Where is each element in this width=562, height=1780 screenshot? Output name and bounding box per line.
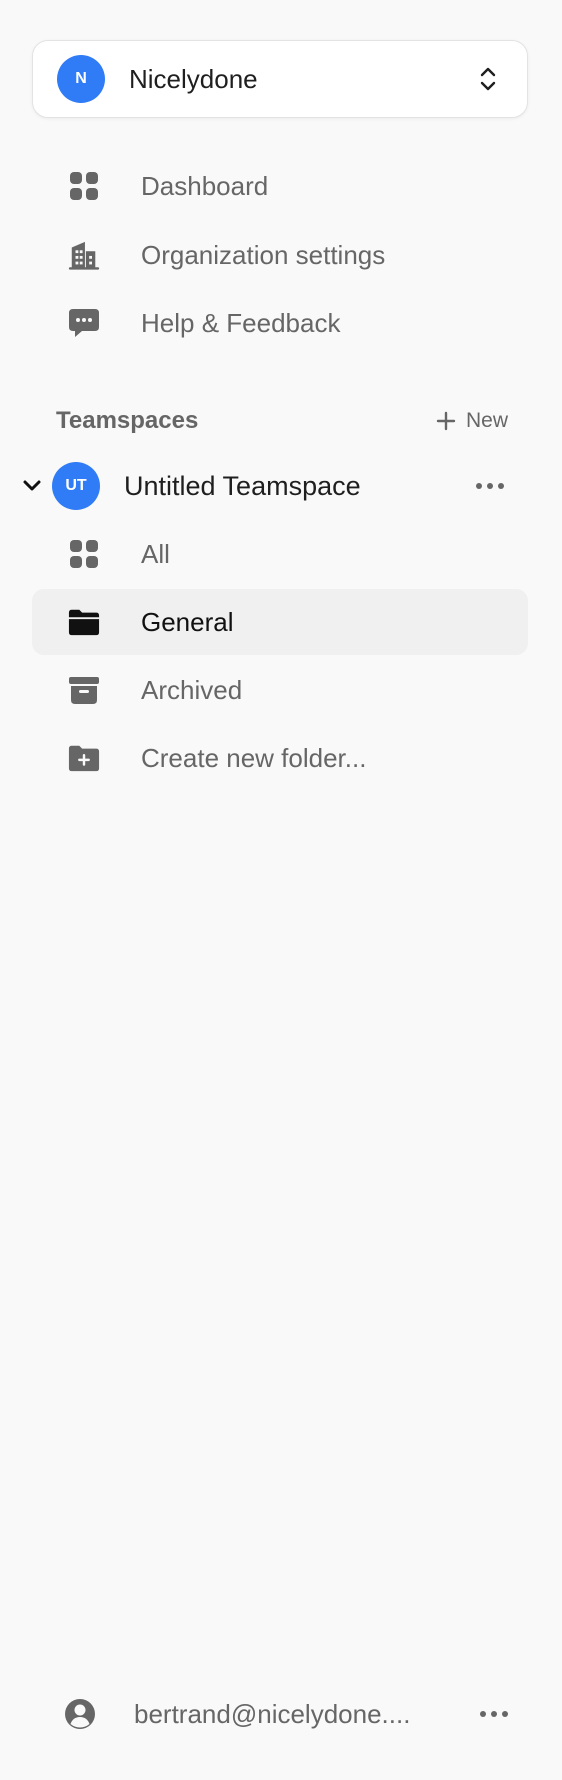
more-horizontal-icon <box>480 1711 508 1717</box>
grid-icon <box>68 170 100 202</box>
org-switcher[interactable]: N Nicelydone <box>32 40 528 118</box>
nav-item-organization-settings[interactable]: Organization settings <box>32 222 528 288</box>
user-more-button[interactable] <box>476 1702 512 1726</box>
teamspace-name[interactable]: Untitled Teamspace <box>124 471 472 502</box>
folder-icon <box>68 606 100 638</box>
nav-item-label: Organization settings <box>141 239 386 270</box>
plus-icon <box>436 411 456 431</box>
nav-item-label: Dashboard <box>141 170 269 201</box>
teamspace-item-label: Archived <box>141 674 243 705</box>
user-email[interactable]: bertrand@nicelydone.... <box>134 1699 476 1730</box>
teamspace-item-label: All <box>141 538 170 569</box>
new-label: New <box>465 409 508 432</box>
teamspace-item-create-folder[interactable]: Create new folder... <box>32 725 528 791</box>
teamspace-item-general[interactable]: General <box>32 589 528 655</box>
grid-icon <box>68 538 100 570</box>
user-footer: bertrand@nicelydone.... <box>64 1692 512 1736</box>
teamspace-item-archived[interactable]: Archived <box>32 657 528 723</box>
folder-plus-icon <box>68 742 100 774</box>
building-icon <box>68 239 100 271</box>
chevron-up-down-icon <box>480 67 496 91</box>
more-horizontal-icon <box>476 483 504 489</box>
org-avatar: N <box>57 55 105 103</box>
chevron-down-icon[interactable] <box>20 474 44 498</box>
chat-bubble-icon <box>68 307 100 339</box>
nav-item-label: Help & Feedback <box>141 307 341 338</box>
nav-item-help-feedback[interactable]: Help & Feedback <box>32 290 528 356</box>
new-teamspace-button[interactable]: New <box>436 409 508 433</box>
archive-icon <box>68 674 100 706</box>
teamspace-row[interactable]: UT Untitled Teamspace <box>20 460 516 512</box>
teamspace-avatar: UT <box>52 462 100 510</box>
teamspace-item-label: General <box>141 606 234 637</box>
section-title: Teamspaces <box>56 407 199 434</box>
org-name: Nicelydone <box>129 63 258 94</box>
user-circle-icon[interactable] <box>64 1698 96 1730</box>
teamspace-more-button[interactable] <box>472 474 508 498</box>
teamspaces-header: Teamspaces New <box>56 403 508 439</box>
teamspace-item-all[interactable]: All <box>32 521 528 587</box>
nav-item-dashboard[interactable]: Dashboard <box>32 153 528 219</box>
teamspace-item-label: Create new folder... <box>141 742 367 773</box>
